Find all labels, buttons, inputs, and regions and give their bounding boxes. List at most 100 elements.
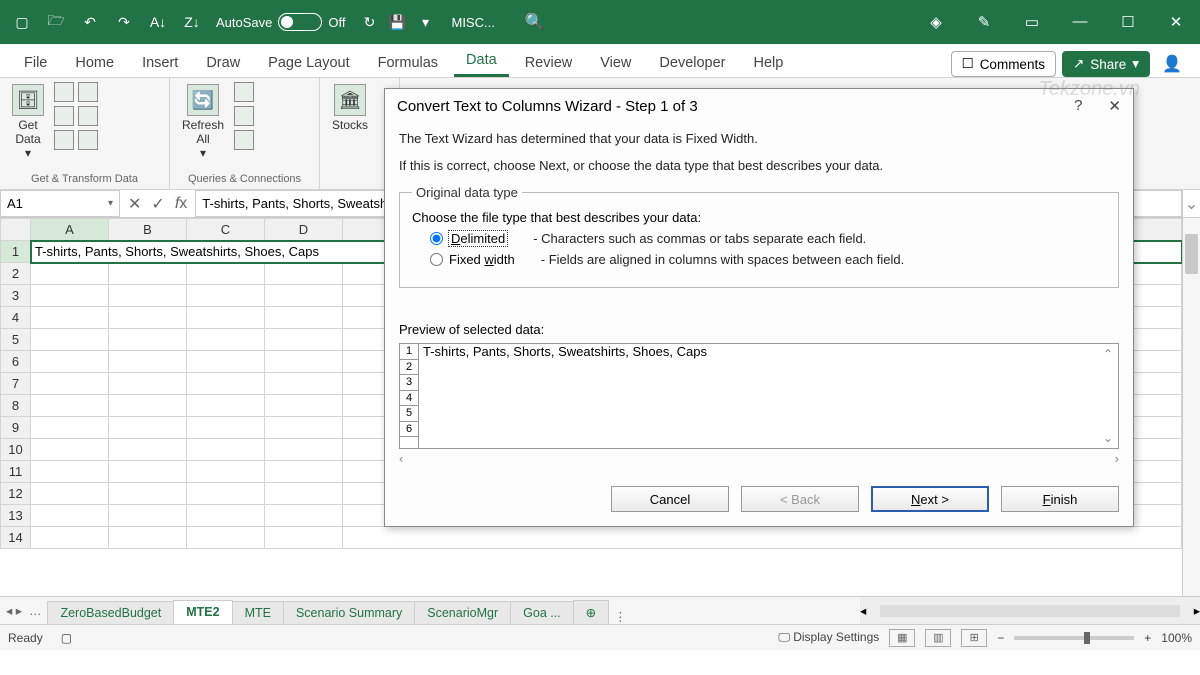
maximize-icon[interactable]: ☐ [1112, 13, 1144, 31]
sheet-tab[interactable]: Scenario Summary [283, 601, 415, 624]
display-settings-button[interactable]: 🖵 Display Settings [778, 630, 879, 645]
queries-mini[interactable] [234, 82, 254, 150]
row-header[interactable]: 3 [1, 285, 31, 307]
preview-scroll-left-icon[interactable]: ‹ [399, 451, 403, 466]
row-header[interactable]: 6 [1, 351, 31, 373]
row-header[interactable]: 5 [1, 329, 31, 351]
preview-text: T-shirts, Pants, Shorts, Sweatshirts, Sh… [419, 344, 711, 448]
tab-developer[interactable]: Developer [647, 49, 737, 77]
sheet-tab[interactable]: Goa ... [510, 601, 574, 624]
select-all-corner[interactable] [1, 219, 31, 241]
vertical-scrollbar[interactable] [1182, 218, 1200, 596]
redo-icon[interactable]: ↷ [110, 8, 138, 36]
next-button[interactable]: Next > [871, 486, 989, 512]
finish-button[interactable]: Finish [1001, 486, 1119, 512]
document-title: MISC... [451, 15, 494, 30]
new-file-icon[interactable]: ▢ [8, 8, 36, 36]
help-icon[interactable]: ? [1074, 97, 1082, 115]
status-ready: Ready [8, 631, 43, 645]
radio-fixed-width[interactable] [430, 253, 443, 266]
page-break-view-icon[interactable]: ⊞ [961, 629, 987, 647]
tab-file[interactable]: File [12, 49, 59, 77]
cancel-formula-icon[interactable]: ✕ [128, 194, 141, 214]
sheet-menu-icon[interactable]: ⋮ [608, 609, 633, 624]
tab-insert[interactable]: Insert [130, 49, 190, 77]
row-header[interactable]: 11 [1, 461, 31, 483]
radio-delimited-label[interactable]: Delimited [449, 231, 507, 246]
zoom-level[interactable]: 100% [1161, 631, 1192, 645]
save-icon[interactable]: 💾 [383, 8, 411, 36]
tab-review[interactable]: Review [513, 49, 585, 77]
tab-data[interactable]: Data [454, 46, 509, 77]
tab-page-layout[interactable]: Page Layout [256, 49, 361, 77]
sheet-tab[interactable]: MTE2 [173, 600, 232, 624]
comments-button[interactable]: ☐ Comments [951, 51, 1056, 77]
preview-scroll-up-icon[interactable]: ⌃ [1103, 347, 1113, 361]
col-header[interactable]: B [109, 219, 187, 241]
page-layout-view-icon[interactable]: ▥ [925, 629, 951, 647]
sort-asc-icon[interactable]: A↓ [144, 8, 172, 36]
diamond-icon[interactable]: ◈ [920, 13, 952, 31]
radio-delimited-desc: - Characters such as commas or tabs sepa… [533, 231, 866, 246]
ribbon-display-icon[interactable]: ▭ [1016, 13, 1048, 31]
refresh-icon: 🔄 [187, 84, 219, 116]
preview-scroll-down-icon[interactable]: ⌄ [1103, 431, 1113, 445]
zoom-slider[interactable] [1014, 636, 1134, 640]
col-header[interactable]: A [31, 219, 109, 241]
name-box[interactable]: A1 [0, 190, 120, 217]
refresh-icon[interactable]: ↻ [355, 8, 383, 36]
chevron-down-icon: ▾ [200, 146, 206, 160]
zoom-out-icon[interactable]: − [997, 631, 1004, 645]
sheet-nav[interactable]: ◂ ▸ … [0, 597, 47, 624]
share-button[interactable]: ↗ Share ▾ [1062, 51, 1150, 77]
row-header[interactable]: 13 [1, 505, 31, 527]
undo-icon[interactable]: ↶ [76, 8, 104, 36]
account-icon[interactable]: 👤 [1156, 54, 1188, 74]
preview-scroll-right-icon[interactable]: › [1115, 451, 1119, 466]
new-sheet-button[interactable]: ⊕ [573, 600, 609, 624]
macro-record-icon[interactable]: ▢ [61, 631, 72, 645]
sheet-tab[interactable]: ZeroBasedBudget [47, 601, 174, 624]
horizontal-scrollbar[interactable]: ◂▸ [860, 597, 1200, 624]
close-dialog-icon[interactable]: ✕ [1108, 97, 1121, 115]
radio-fixed-width-label[interactable]: Fixed width [449, 252, 515, 267]
row-header[interactable]: 1 [1, 241, 31, 263]
row-header[interactable]: 7 [1, 373, 31, 395]
autosave-toggle[interactable]: AutoSave Off [216, 13, 345, 31]
tab-formulas[interactable]: Formulas [366, 49, 450, 77]
tab-draw[interactable]: Draw [194, 49, 252, 77]
close-icon[interactable]: ✕ [1160, 13, 1192, 31]
search-icon[interactable]: 🔍 [525, 12, 545, 32]
fx-icon[interactable]: fx [175, 195, 187, 213]
row-header[interactable]: 4 [1, 307, 31, 329]
qat-more-icon[interactable]: ▾ [411, 8, 439, 36]
row-header[interactable]: 14 [1, 527, 31, 549]
tab-help[interactable]: Help [742, 49, 796, 77]
toggle-icon[interactable] [278, 13, 322, 31]
stocks-button[interactable]: 🏛 Stocks [328, 82, 372, 134]
get-data-button[interactable]: 🗄 Get Data ▾ [8, 82, 48, 162]
sheet-tab[interactable]: MTE [232, 601, 284, 624]
minimize-icon[interactable]: — [1064, 13, 1096, 31]
zoom-in-icon[interactable]: + [1144, 631, 1151, 645]
cancel-button[interactable]: Cancel [611, 486, 729, 512]
pen-icon[interactable]: ✎ [968, 13, 1000, 31]
row-header[interactable]: 2 [1, 263, 31, 285]
normal-view-icon[interactable]: ▦ [889, 629, 915, 647]
col-header[interactable]: C [187, 219, 265, 241]
row-header[interactable]: 9 [1, 417, 31, 439]
col-header[interactable]: D [265, 219, 343, 241]
sheet-tab[interactable]: ScenarioMgr [414, 601, 511, 624]
row-header[interactable]: 10 [1, 439, 31, 461]
accept-formula-icon[interactable]: ✓ [151, 194, 164, 214]
sort-desc-icon[interactable]: Z↓ [178, 8, 206, 36]
row-header[interactable]: 8 [1, 395, 31, 417]
tab-home[interactable]: Home [63, 49, 126, 77]
refresh-all-button[interactable]: 🔄 Refresh All ▾ [178, 82, 228, 162]
open-icon[interactable]: 🗁 [42, 8, 70, 36]
get-transform-mini[interactable] [54, 82, 98, 150]
row-header[interactable]: 12 [1, 483, 31, 505]
tab-view[interactable]: View [588, 49, 643, 77]
radio-delimited[interactable] [430, 232, 443, 245]
expand-formula-icon[interactable]: ⌄ [1182, 190, 1200, 217]
